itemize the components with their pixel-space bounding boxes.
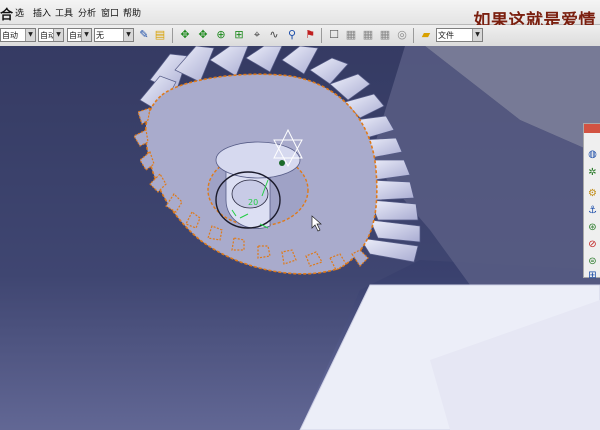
- toolbar-separator: [172, 28, 173, 43]
- origin-point: [279, 160, 285, 166]
- menu-help[interactable]: 帮助: [123, 6, 141, 19]
- chevron-down-icon: ▼: [53, 29, 63, 41]
- open-file-icon[interactable]: ▰: [419, 28, 433, 42]
- dimension-label: 20: [248, 198, 258, 207]
- chevron-down-icon: ▼: [81, 29, 91, 41]
- component-icon[interactable]: ◍: [586, 148, 599, 161]
- dimension-icon[interactable]: ⚲: [285, 28, 299, 42]
- toolbar: 自动 ▼ 自动 ▼ 自动 ▼ 无 ▼ ✎ ▤ ✥ ✥ ⊕ ⊞ ⌖ ∿ ⚲ ⚑ ☐ ▦ ▦…: [0, 25, 600, 73]
- constraint-icon[interactable]: ⚙: [586, 187, 599, 200]
- snap-icon[interactable]: ⊜: [586, 255, 599, 268]
- line-weight-combo[interactable]: 自动 ▼: [38, 28, 64, 42]
- toolbar-separator: [413, 28, 414, 43]
- toolbar-separator: [321, 28, 322, 43]
- palette-header[interactable]: [584, 124, 600, 133]
- menu-select[interactable]: 选: [15, 6, 24, 19]
- spline-icon[interactable]: ∿: [267, 28, 281, 42]
- chevron-down-icon: ▼: [123, 29, 133, 41]
- menu-bar: 合 选 插入 工具 分析 窗口 帮助 如果这就是爱情: [0, 0, 600, 31]
- file-combo-value: 文件: [438, 31, 454, 40]
- swap-icon[interactable]: ◎: [395, 28, 409, 42]
- constraint-icon[interactable]: ⚑: [303, 28, 317, 42]
- color-combo[interactable]: 无 ▼: [94, 28, 134, 42]
- line-type-combo[interactable]: 自动 ▼: [0, 28, 36, 42]
- tool-palette: ◍ ✲ ⚙ ⚓ ⊛ ⊘ ⊜ ⊞: [583, 123, 600, 281]
- sketch-icon[interactable]: ☐: [327, 28, 341, 42]
- scene-svg: 20: [0, 46, 600, 430]
- fit-all-icon[interactable]: ⊞: [232, 28, 246, 42]
- pick-icon[interactable]: ⌖: [250, 28, 264, 42]
- file-combo[interactable]: 文件 ▼: [436, 28, 483, 42]
- menu-insert[interactable]: 插入: [33, 6, 51, 19]
- 3d-viewport[interactable]: 20: [0, 46, 600, 430]
- line-type-value: 自动: [2, 31, 18, 40]
- paint-icon[interactable]: ▤: [153, 28, 167, 42]
- chevron-down-icon: ▼: [25, 29, 35, 41]
- explode-icon[interactable]: ⊞: [586, 269, 599, 282]
- analysis-icon[interactable]: ▦: [344, 28, 358, 42]
- brush-icon[interactable]: ✎: [137, 28, 151, 42]
- chevron-down-icon: ▼: [472, 29, 482, 41]
- layer-combo[interactable]: 自动 ▼: [67, 28, 92, 42]
- assembly-icon[interactable]: ✲: [586, 166, 599, 179]
- update-icon[interactable]: ▦: [361, 28, 375, 42]
- color-value: 无: [96, 31, 104, 40]
- menu-analysis[interactable]: 分析: [78, 6, 96, 19]
- fix-icon[interactable]: ⚓: [586, 204, 599, 217]
- rotate-icon[interactable]: ✥: [196, 28, 210, 42]
- menu-tools[interactable]: 工具: [55, 6, 73, 19]
- contact-icon[interactable]: ⊛: [586, 221, 599, 234]
- hide-icon[interactable]: ▦: [378, 28, 392, 42]
- app-title: 合: [0, 8, 14, 23]
- pan-icon[interactable]: ✥: [178, 28, 192, 42]
- zoom-in-icon[interactable]: ⊕: [214, 28, 228, 42]
- offset-icon[interactable]: ⊘: [586, 238, 599, 251]
- menu-window[interactable]: 窗口: [101, 6, 119, 19]
